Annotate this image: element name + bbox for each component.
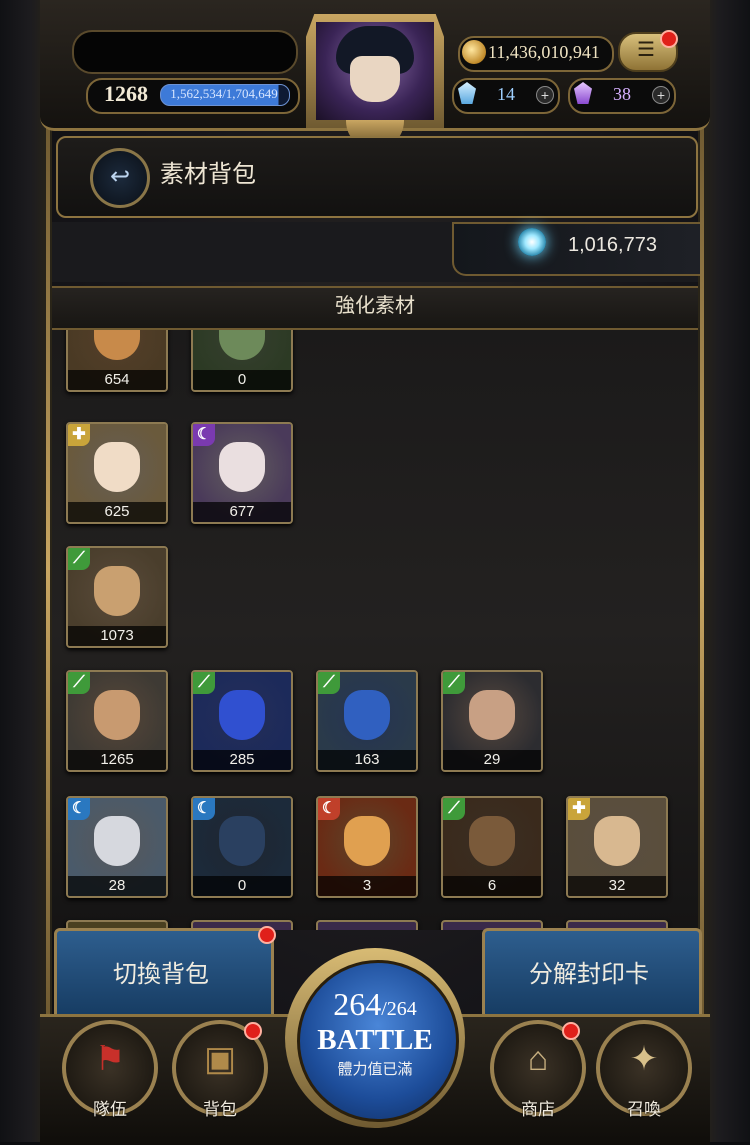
card-count: 0 xyxy=(193,876,291,896)
material-card[interactable]: ⟋654 xyxy=(66,330,168,392)
card-count: 163 xyxy=(318,750,416,770)
material-card[interactable]: ⟋ 1265 xyxy=(66,670,168,772)
add-purple-gem-button[interactable]: + xyxy=(652,86,670,104)
card-count: 677 xyxy=(193,502,291,522)
flag-icon[interactable]: ⚑ xyxy=(80,1034,140,1084)
material-card[interactable]: ✚ 32 xyxy=(566,796,668,898)
nav-label[interactable]: 召喚 xyxy=(599,1098,689,1122)
nav-notification-dot xyxy=(562,1022,580,1040)
character-portrait xyxy=(219,816,265,866)
switch-bag-label[interactable]: 切換背包 xyxy=(54,950,268,1000)
character-portrait xyxy=(344,816,390,866)
character-portrait xyxy=(344,690,390,740)
light-attribute-icon: ✚ xyxy=(68,424,90,446)
hamburger-menu-icon[interactable]: ☰ xyxy=(634,40,658,60)
battle-label[interactable]: BATTLE xyxy=(297,1022,453,1058)
switch-bag-notification-dot xyxy=(258,926,276,944)
material-card[interactable]: ☾ 3 xyxy=(316,796,418,898)
character-portrait xyxy=(94,566,140,616)
stamina-status: 體力值已滿 xyxy=(337,1061,413,1078)
back-arrow-icon[interactable]: ↩ xyxy=(90,148,150,208)
card-count: 6 xyxy=(443,876,541,896)
material-card[interactable]: ✚ 625 xyxy=(66,422,168,524)
card-count: 285 xyxy=(193,750,291,770)
shop-icon[interactable]: ⌂ xyxy=(508,1034,568,1084)
character-portrait xyxy=(94,816,140,866)
avatar-face xyxy=(350,56,400,102)
purple-gem-count: 38 xyxy=(613,84,631,104)
wood-attribute-icon: ⟋ xyxy=(443,798,465,820)
material-card-partial[interactable] xyxy=(316,920,418,930)
material-points: 1,016,773 xyxy=(568,234,657,256)
character-portrait xyxy=(94,442,140,492)
character-portrait xyxy=(219,690,265,740)
card-count: 32 xyxy=(568,876,666,896)
character-portrait xyxy=(594,816,640,866)
card-count: 625 xyxy=(68,502,166,522)
blue-gem-count: 14 xyxy=(497,84,515,104)
player-level: 1268 xyxy=(104,81,148,106)
disassemble-label[interactable]: 分解封印卡 xyxy=(482,950,696,1000)
character-portrait xyxy=(94,690,140,740)
right-rail xyxy=(700,120,704,1020)
water-attribute-icon: ☾ xyxy=(193,798,215,820)
fire-attribute-icon: ☾ xyxy=(318,798,340,820)
water-attribute-icon: ☾ xyxy=(68,798,90,820)
spirit-orb-icon xyxy=(518,228,546,256)
stamina-max: /264 xyxy=(381,998,417,1020)
card-count: 28 xyxy=(68,876,166,896)
page-title: 素材背包 xyxy=(160,161,256,188)
nav-label[interactable]: 隊伍 xyxy=(65,1098,155,1122)
character-portrait xyxy=(469,816,515,866)
material-card[interactable]: ⟋ 1073 xyxy=(66,546,168,648)
character-portrait xyxy=(219,442,265,492)
card-count: 3 xyxy=(318,876,416,896)
material-card[interactable]: ⟋ 6 xyxy=(441,796,543,898)
wood-attribute-icon: ⟋ xyxy=(318,672,340,694)
material-card[interactable]: ⟋0 xyxy=(191,330,293,392)
nav-label[interactable]: 商店 xyxy=(493,1098,583,1122)
card-count: 0 xyxy=(193,370,291,390)
add-blue-gem-button[interactable]: + xyxy=(536,86,554,104)
header-panel xyxy=(56,136,698,218)
player-name-box xyxy=(72,30,298,74)
nav-notification-dot xyxy=(244,1022,262,1040)
material-card[interactable]: ⟋ 163 xyxy=(316,670,418,772)
wood-attribute-icon: ⟋ xyxy=(68,548,90,570)
right-frame xyxy=(698,0,750,1142)
stamina-display: 264/264 xyxy=(297,984,453,1024)
left-frame xyxy=(0,0,52,1142)
section-title: 強化素材 xyxy=(335,295,415,317)
wood-attribute-icon: ⟋ xyxy=(68,672,90,694)
card-count: 29 xyxy=(443,750,541,770)
material-card[interactable]: ☾ 28 xyxy=(66,796,168,898)
exp-text: 1,562,534/1,704,649 xyxy=(170,86,278,101)
card-count: 1073 xyxy=(68,626,166,646)
gold-coin-icon xyxy=(462,40,486,64)
material-card[interactable]: ⟋ 285 xyxy=(191,670,293,772)
card-count: 654 xyxy=(68,370,166,390)
light-attribute-icon: ✚ xyxy=(568,798,590,820)
material-card[interactable]: ☾ 677 xyxy=(191,422,293,524)
menu-notification-dot xyxy=(660,30,678,48)
left-rail xyxy=(46,120,50,1020)
nav-label[interactable]: 背包 xyxy=(175,1098,265,1122)
character-portrait xyxy=(469,690,515,740)
stamina-current: 264 xyxy=(333,986,382,1022)
summon-card-icon[interactable]: ✦ xyxy=(614,1034,674,1084)
material-card[interactable]: ☾ 0 xyxy=(191,796,293,898)
material-card[interactable]: ⟋ 29 xyxy=(441,670,543,772)
card-count: 1265 xyxy=(68,750,166,770)
wood-attribute-icon: ⟋ xyxy=(443,672,465,694)
wood-attribute-icon: ⟋ xyxy=(193,672,215,694)
dark-attribute-icon: ☾ xyxy=(193,424,215,446)
chest-icon[interactable]: ▣ xyxy=(190,1034,250,1084)
gold-amount: 11,436,010,941 xyxy=(488,42,600,62)
material-grid: ⟋654⟋0✚625☾677⟋1073⟋1265⟋285⟋163⟋29☾28☾0… xyxy=(52,330,698,930)
